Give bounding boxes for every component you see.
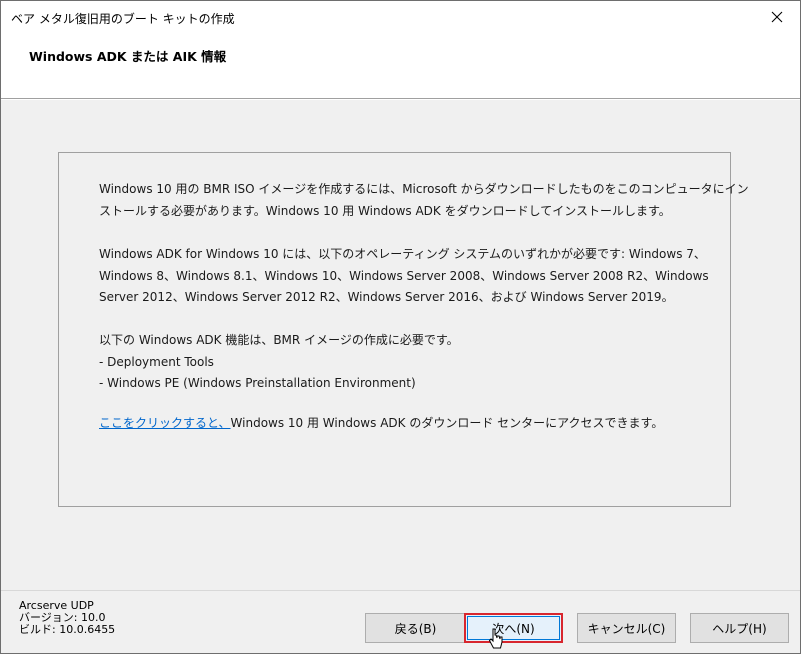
content-area: Windows 10 用の BMR ISO イメージを作成するには、Micros… (1, 100, 800, 590)
info-line: Windows ADK for Windows 10 には、以下のオペレーティン… (99, 247, 706, 261)
footer: Arcserve UDP バージョン: 10.0 ビルド: 10.0.6455 … (1, 590, 800, 653)
version-info: Arcserve UDP バージョン: 10.0 ビルド: 10.0.6455 (19, 600, 115, 636)
info-line: Windows 10 用 Windows ADK のダウンロード センターにアク… (230, 416, 664, 430)
hand-cursor-icon (488, 628, 503, 649)
help-button[interactable]: ヘルプ(H) (690, 613, 789, 643)
close-button[interactable] (754, 1, 800, 33)
info-line: - Deployment Tools (99, 354, 214, 369)
build-label: ビルド: 10.0.6455 (19, 623, 116, 636)
adk-download-link[interactable]: ここをクリックすると、 (99, 416, 231, 430)
page-title: Windows ADK または AIK 情報 (29, 49, 227, 64)
title-bar: ベア メタル復旧用のブート キットの作成 (1, 1, 800, 33)
cancel-button[interactable]: キャンセル(C) (577, 613, 676, 643)
window-title: ベア メタル復旧用のブート キットの作成 (11, 12, 235, 26)
next-button[interactable]: 次へ(N) (464, 613, 563, 643)
info-line: Server 2012、Windows Server 2012 R2、Windo… (99, 290, 674, 304)
close-icon (771, 11, 783, 23)
info-paragraph-1: Windows 10 用の BMR ISO イメージを作成するには、Micros… (99, 179, 749, 222)
info-line: 以下の Windows ADK 機能は、BMR イメージの作成に必要です。 (99, 333, 459, 347)
info-line: Windows 8、Windows 8.1、Windows 10、Windows… (99, 268, 709, 283)
info-line: - Windows PE (Windows Preinstallation En… (99, 376, 416, 390)
info-paragraph-2: Windows ADK for Windows 10 には、以下のオペレーティン… (99, 244, 709, 309)
info-paragraph-4: ここをクリックすると、Windows 10 用 Windows ADK のダウン… (99, 413, 663, 435)
info-line: Windows 10 用の BMR ISO イメージを作成するには、Micros… (99, 182, 749, 196)
dialog-window: ベア メタル復旧用のブート キットの作成 Windows ADK または AIK… (0, 0, 801, 654)
back-button[interactable]: 戻る(B) (365, 613, 466, 643)
next-button-label: 次へ(N) (467, 616, 560, 640)
info-panel: Windows 10 用の BMR ISO イメージを作成するには、Micros… (58, 152, 749, 507)
info-line: ストールする必要があります。Windows 10 用 Windows ADK を… (99, 203, 671, 218)
info-paragraph-3: 以下の Windows ADK 機能は、BMR イメージの作成に必要です。 - … (99, 330, 459, 395)
page-header: Windows ADK または AIK 情報 (1, 33, 800, 99)
